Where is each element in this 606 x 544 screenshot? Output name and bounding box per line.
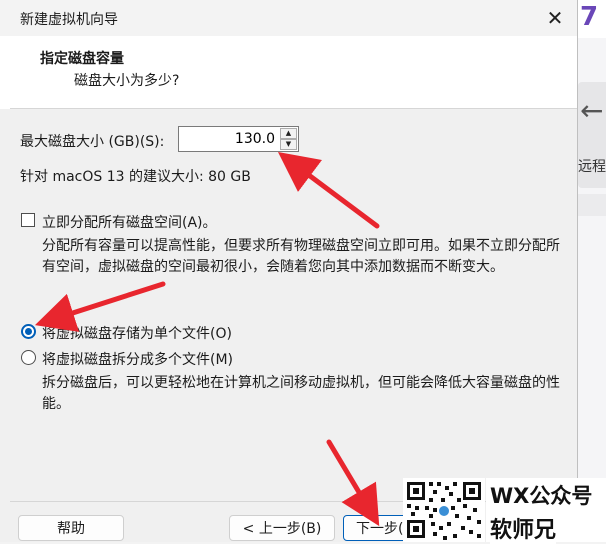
help-button[interactable]: 帮助 [18, 515, 124, 541]
allocate-all-label[interactable]: 立即分配所有磁盘空间(A)。 [42, 212, 217, 232]
background-app-card-2 [578, 194, 606, 216]
stepper-up-button[interactable]: ▲ [280, 128, 297, 139]
caret-up-icon: ▲ [285, 129, 292, 137]
stepper-buttons: ▲ ▼ [280, 128, 297, 150]
close-icon: ✕ [546, 6, 564, 30]
back-button[interactable]: < 上一步(B) [229, 515, 335, 541]
page-title: 指定磁盘容量 [40, 51, 124, 67]
new-vm-wizard-dialog: 新建虚拟机向导 ✕ 指定磁盘容量 磁盘大小为多少? 最大磁盘大小 (GB)(S)… [0, 0, 578, 542]
disk-size-input[interactable] [181, 128, 277, 150]
allocate-all-checkbox[interactable] [21, 213, 35, 227]
qr-code-icon [403, 478, 485, 542]
title-bar: 新建虚拟机向导 ✕ [0, 0, 577, 36]
background-app-remote-label: 远程 [578, 159, 606, 175]
back-arrow-icon: ← [580, 94, 604, 127]
single-file-radio[interactable] [21, 324, 36, 339]
disk-size-label: 最大磁盘大小 (GB)(S): [20, 134, 165, 150]
single-file-label[interactable]: 将虚拟磁盘存储为单个文件(O) [42, 323, 232, 343]
header-left-strip [0, 36, 10, 109]
caret-down-icon: ▼ [285, 140, 292, 148]
split-description: 拆分磁盘后，可以更轻松地在计算机之间移动虚拟机，但可能会降低大容量磁盘的性能。 [42, 375, 560, 412]
recommended-size-text: 针对 macOS 13 的建议大小: 80 GB [20, 169, 251, 185]
allocate-description: 分配所有容量可以提高性能，但要求所有物理磁盘空间立即可用。如果不立即分配所有空间… [42, 238, 560, 275]
page-subtitle: 磁盘大小为多少? [74, 73, 180, 89]
watermark-line-2: 软师兄 [490, 512, 557, 544]
close-button[interactable]: ✕ [540, 4, 570, 32]
disk-size-stepper[interactable]: ▲ ▼ [178, 126, 299, 152]
stepper-down-button[interactable]: ▼ [280, 139, 297, 150]
watermark-line-1: WX公众号 [490, 480, 593, 510]
split-files-label[interactable]: 将虚拟磁盘拆分成多个文件(M) [42, 349, 233, 369]
background-app-brand: 7 [580, 2, 599, 32]
split-files-radio[interactable] [21, 350, 36, 365]
window-title: 新建虚拟机向导 [20, 12, 118, 28]
wizard-header: 指定磁盘容量 磁盘大小为多少? [10, 36, 577, 109]
